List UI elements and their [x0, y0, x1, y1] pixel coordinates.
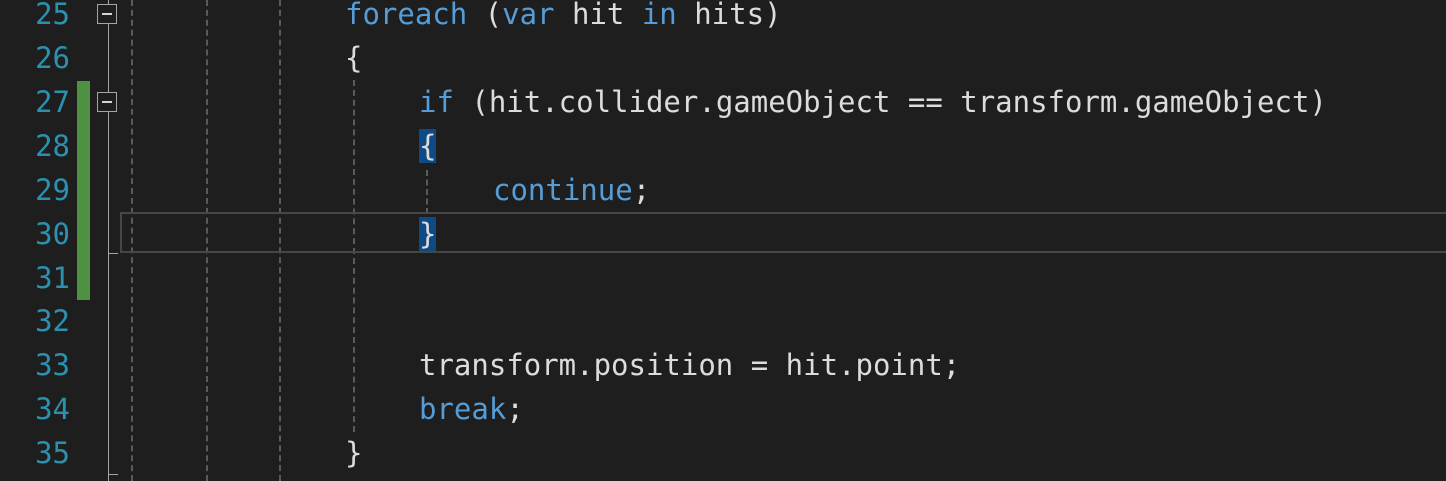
keyword-token: foreach: [345, 0, 468, 31]
code-token: (: [467, 0, 503, 31]
outline-end-tick: [108, 474, 118, 475]
line-number: 35: [35, 436, 70, 470]
line-number: 34: [35, 392, 70, 426]
line-number: 28: [35, 129, 70, 163]
code-line-27[interactable]: if (hit.collider.gameObject == transform…: [419, 80, 1327, 124]
code-token: ;: [632, 173, 651, 207]
keyword-token: break: [419, 392, 507, 426]
line-number: 32: [35, 304, 70, 338]
indent-guide: [353, 80, 355, 432]
keyword-token: var: [502, 0, 555, 31]
line-number: 31: [35, 261, 70, 295]
indent-guide: [426, 170, 428, 214]
outline-margin-line: [108, 0, 109, 481]
line-number: 29: [35, 173, 70, 207]
code-line-26[interactable]: {: [345, 36, 362, 80]
code-token: hit: [554, 0, 642, 31]
keyword-token: if: [419, 85, 454, 119]
keyword-token: continue: [493, 173, 633, 207]
change-indicator-bar: [77, 81, 90, 300]
current-line-highlight: [120, 212, 1446, 253]
outline-end-tick: [108, 253, 118, 254]
keyword-token: in: [641, 0, 677, 31]
code-token: {: [345, 41, 363, 75]
code-editor[interactable]: 25 26 27 28 29 30 31 32 33 34 35 foreach…: [0, 0, 1446, 481]
code-token: }: [345, 436, 363, 470]
code-line-29[interactable]: continue;: [493, 168, 650, 212]
matched-brace: }: [419, 217, 437, 251]
line-number: 30: [35, 217, 70, 251]
code-line-25[interactable]: foreach (var hit in hits): [345, 0, 782, 36]
code-token: transform.position = hit.point;: [419, 348, 961, 382]
collapse-icon[interactable]: [97, 92, 117, 112]
line-number: 26: [35, 41, 70, 75]
code-line-30[interactable]: }: [419, 212, 437, 256]
code-line-35[interactable]: }: [345, 431, 362, 475]
code-line-34[interactable]: break;: [419, 387, 524, 431]
collapse-icon[interactable]: [97, 4, 117, 24]
code-token: (hit.collider.gameObject == transform.ga…: [453, 85, 1327, 119]
matched-brace: {: [419, 129, 437, 163]
line-number: 25: [35, 0, 70, 31]
code-line-33[interactable]: transform.position = hit.point;: [419, 343, 960, 387]
code-token: ;: [506, 392, 524, 426]
line-number: 33: [35, 348, 70, 382]
line-number: 27: [35, 85, 70, 119]
code-token: hits): [676, 0, 782, 31]
code-line-28[interactable]: {: [419, 124, 437, 168]
